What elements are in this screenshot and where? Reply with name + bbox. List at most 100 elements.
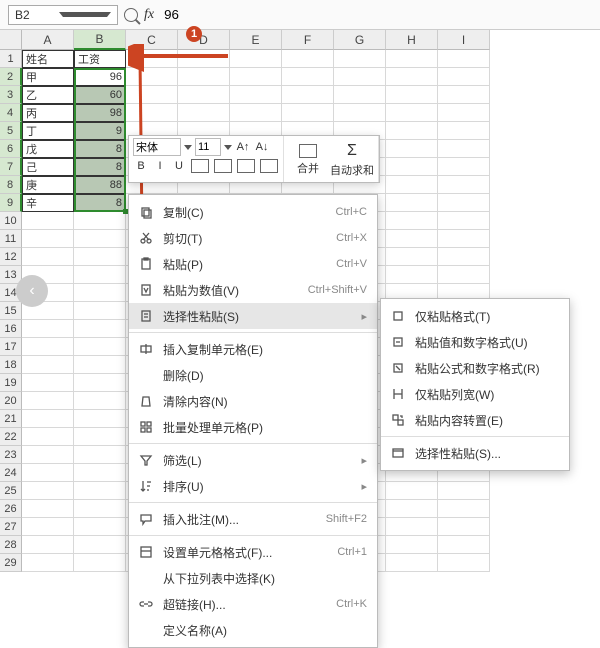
menu-item[interactable]: 插入复制单元格(E)	[129, 336, 377, 362]
cell-H6[interactable]	[386, 140, 438, 158]
cell-B6[interactable]: 8	[74, 140, 126, 158]
cell-B12[interactable]	[74, 248, 126, 266]
row-header-7[interactable]: 7	[0, 158, 22, 176]
menu-item[interactable]: 选择性粘贴(S)▸	[129, 303, 377, 329]
row-header-27[interactable]: 27	[0, 518, 22, 536]
cell-H12[interactable]	[386, 248, 438, 266]
cell-E4[interactable]	[230, 104, 282, 122]
cell-B1[interactable]: 工资	[74, 50, 126, 68]
cell-H1[interactable]	[386, 50, 438, 68]
menu-item[interactable]: 排序(U)▸	[129, 473, 377, 499]
cell-H9[interactable]	[386, 194, 438, 212]
row-header-17[interactable]: 17	[0, 338, 22, 356]
cell-A16[interactable]	[22, 320, 74, 338]
row-header-21[interactable]: 21	[0, 410, 22, 428]
cell-G2[interactable]	[334, 68, 386, 86]
cell-C3[interactable]	[126, 86, 178, 104]
chevron-down-icon[interactable]	[224, 145, 232, 150]
cell-B18[interactable]	[74, 356, 126, 374]
cell-B8[interactable]: 88	[74, 176, 126, 194]
cell-A29[interactable]	[22, 554, 74, 572]
col-header-I[interactable]: I	[438, 30, 490, 50]
cell-A28[interactable]	[22, 536, 74, 554]
row-header-19[interactable]: 19	[0, 374, 22, 392]
row-header-26[interactable]: 26	[0, 500, 22, 518]
cell-I27[interactable]	[438, 518, 490, 536]
col-header-A[interactable]: A	[22, 30, 74, 50]
cell-B3[interactable]: 60	[74, 86, 126, 104]
menu-item[interactable]: 插入批注(M)...Shift+F2	[129, 506, 377, 532]
cell-B14[interactable]	[74, 284, 126, 302]
cell-B23[interactable]	[74, 446, 126, 464]
cell-A24[interactable]	[22, 464, 74, 482]
fill-color-button[interactable]	[213, 158, 233, 174]
col-header-C[interactable]: C	[126, 30, 178, 50]
row-header-11[interactable]: 11	[0, 230, 22, 248]
cell-A7[interactable]: 己	[22, 158, 74, 176]
cell-I8[interactable]	[438, 176, 490, 194]
submenu-item[interactable]: 选择性粘贴(S)...	[381, 440, 569, 466]
submenu-item[interactable]: 粘贴公式和数字格式(R)	[381, 355, 569, 381]
cell-H2[interactable]	[386, 68, 438, 86]
cell-B7[interactable]: 8	[74, 158, 126, 176]
cell-B11[interactable]	[74, 230, 126, 248]
row-header-29[interactable]: 29	[0, 554, 22, 572]
cell-A17[interactable]	[22, 338, 74, 356]
menu-item[interactable]: 从下拉列表中选择(K)	[129, 565, 377, 591]
cell-H11[interactable]	[386, 230, 438, 248]
cell-B15[interactable]	[74, 302, 126, 320]
row-header-20[interactable]: 20	[0, 392, 22, 410]
cell-I1[interactable]	[438, 50, 490, 68]
cell-I29[interactable]	[438, 554, 490, 572]
row-header-22[interactable]: 22	[0, 428, 22, 446]
row-header-1[interactable]: 1	[0, 50, 22, 68]
cell-A2[interactable]: 甲	[22, 68, 74, 86]
cell-C2[interactable]	[126, 68, 178, 86]
i-button[interactable]: I	[152, 158, 168, 174]
row-header-9[interactable]: 9	[0, 194, 22, 212]
cell-B16[interactable]	[74, 320, 126, 338]
cell-D4[interactable]	[178, 104, 230, 122]
border2-button[interactable]	[259, 158, 279, 174]
col-header-E[interactable]: E	[230, 30, 282, 50]
cell-A22[interactable]	[22, 428, 74, 446]
cell-A25[interactable]	[22, 482, 74, 500]
menu-item[interactable]: 复制(C)Ctrl+C	[129, 199, 377, 225]
menu-item[interactable]: 删除(D)	[129, 362, 377, 388]
cell-I7[interactable]	[438, 158, 490, 176]
submenu-item[interactable]: 仅粘贴格式(T)	[381, 303, 569, 329]
cell-B4[interactable]: 98	[74, 104, 126, 122]
cell-E1[interactable]	[230, 50, 282, 68]
chevron-down-icon[interactable]	[184, 145, 192, 150]
cell-B13[interactable]	[74, 266, 126, 284]
cell-I6[interactable]	[438, 140, 490, 158]
cell-E2[interactable]	[230, 68, 282, 86]
cell-B25[interactable]	[74, 482, 126, 500]
cell-A8[interactable]: 庚	[22, 176, 74, 194]
cell-A10[interactable]	[22, 212, 74, 230]
cell-A26[interactable]	[22, 500, 74, 518]
cell-H4[interactable]	[386, 104, 438, 122]
row-header-6[interactable]: 6	[0, 140, 22, 158]
menu-item[interactable]: 批量处理单元格(P)	[129, 414, 377, 440]
b-button[interactable]: B	[133, 158, 149, 174]
row-header-25[interactable]: 25	[0, 482, 22, 500]
font-grow-button[interactable]: A↑	[235, 139, 251, 155]
row-header-3[interactable]: 3	[0, 86, 22, 104]
cell-H26[interactable]	[386, 500, 438, 518]
cell-B9[interactable]: 8	[74, 194, 126, 212]
cell-I11[interactable]	[438, 230, 490, 248]
menu-item[interactable]: 筛选(L)▸	[129, 447, 377, 473]
cell-D2[interactable]	[178, 68, 230, 86]
cell-C4[interactable]	[126, 104, 178, 122]
cell-H5[interactable]	[386, 122, 438, 140]
merge-button[interactable]: 合并	[288, 138, 328, 182]
nav-back-button[interactable]: ‹	[16, 275, 48, 307]
cell-A21[interactable]	[22, 410, 74, 428]
cell-B28[interactable]	[74, 536, 126, 554]
col-header-H[interactable]: H	[386, 30, 438, 50]
font-select[interactable]	[133, 138, 181, 156]
col-header-B[interactable]: B	[74, 30, 126, 50]
cell-B2[interactable]: 96	[74, 68, 126, 86]
row-header-24[interactable]: 24	[0, 464, 22, 482]
